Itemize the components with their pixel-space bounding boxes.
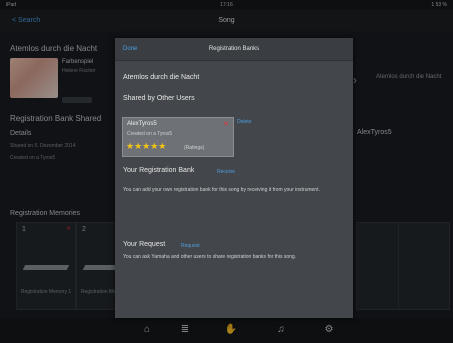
modal-title: Registration Banks bbox=[208, 46, 260, 52]
ratings-label: (Ratings) bbox=[184, 145, 205, 151]
your-request-title: Your Request bbox=[123, 241, 166, 248]
your-request-description: You can ask Yamaha and other users to sh… bbox=[123, 254, 297, 260]
bank-user-name: AlexTyros5 bbox=[127, 121, 157, 127]
receive-button[interactable]: Receive bbox=[217, 169, 235, 175]
close-icon[interactable]: ✕ bbox=[223, 120, 229, 128]
your-bank-description: You can add your own registration bank f… bbox=[123, 187, 320, 193]
shared-bank-card[interactable]: AlexTyros5 ✕ Created on a Tyros5 ★★★★★ (… bbox=[122, 117, 234, 157]
bank-created-on: Created on a Tyros5 bbox=[127, 131, 173, 137]
your-bank-title: Your Registration Bank bbox=[123, 167, 195, 174]
modal-header: Done Registration Banks bbox=[115, 38, 353, 61]
star-rating[interactable]: ★★★★★ bbox=[126, 142, 166, 151]
shared-by-heading: Shared by Other Users bbox=[123, 95, 195, 102]
registration-banks-modal: Done Registration Banks Atemlos durch di… bbox=[115, 38, 353, 318]
modal-song-title: Atemlos durch die Nacht bbox=[123, 74, 200, 81]
delete-button[interactable]: Delete bbox=[237, 119, 251, 125]
request-button[interactable]: Request bbox=[181, 243, 200, 249]
app-screen: iPad 17:16 1 53 % < Search Song Atemlos … bbox=[0, 0, 453, 343]
